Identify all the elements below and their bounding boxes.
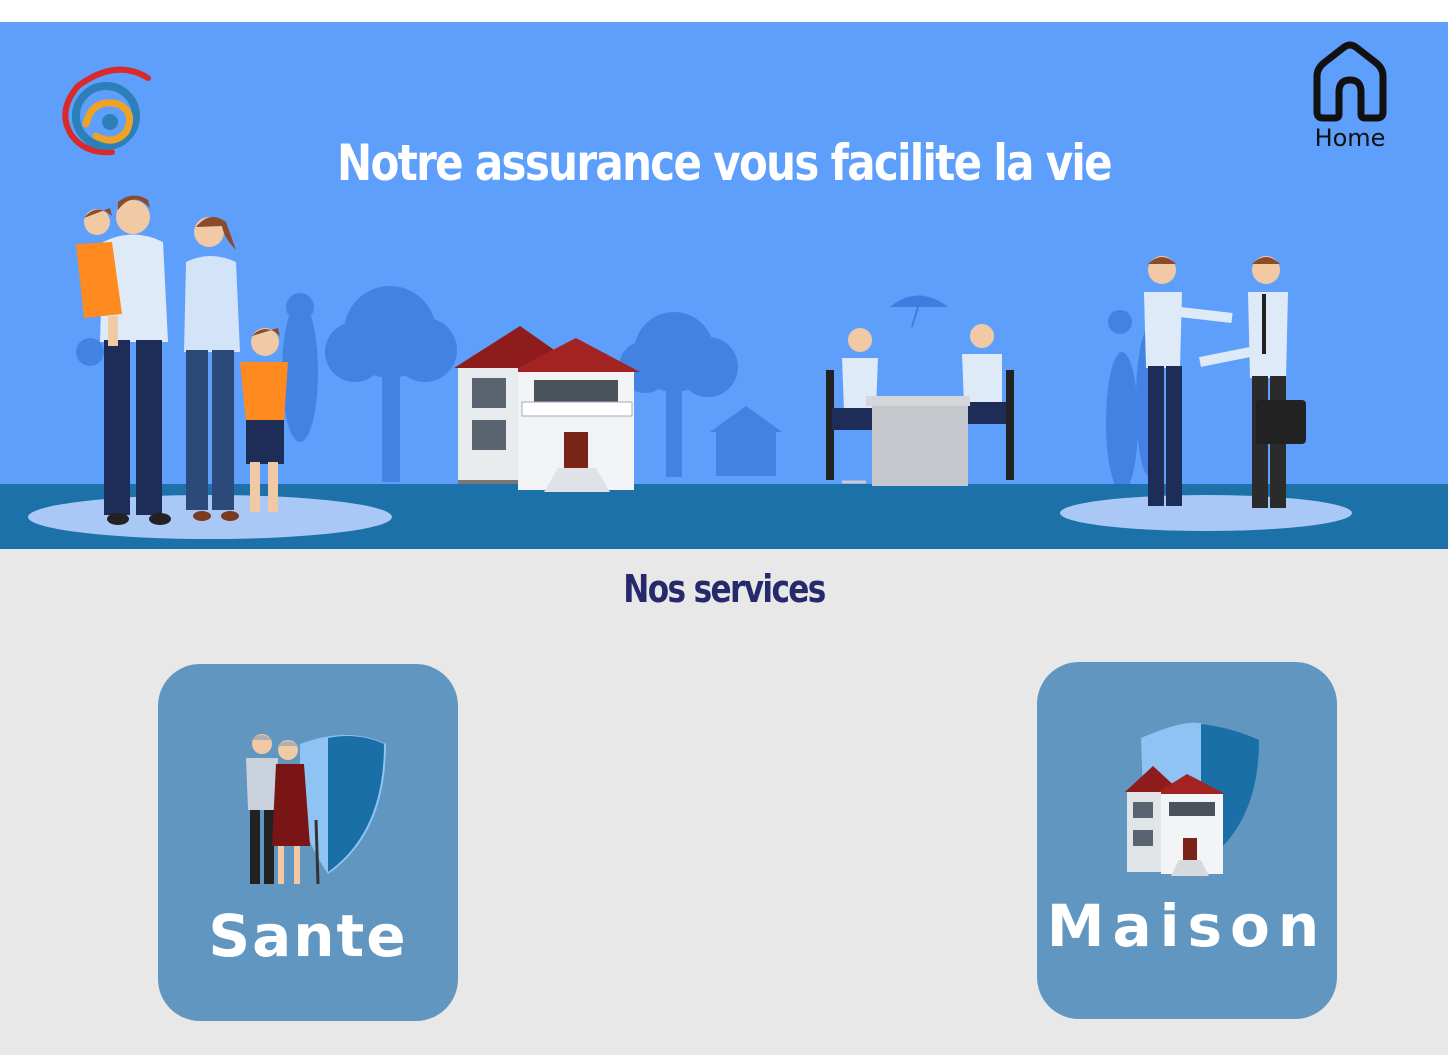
home-label: Home	[1314, 124, 1386, 152]
elderly-couple-shield-icon	[246, 734, 386, 885]
services-section: Nos services Sante Maison	[0, 549, 1448, 1055]
house-shield-icon	[1125, 722, 1259, 876]
hero-banner: Notre assurance vous facilite la vie Hom…	[0, 22, 1448, 549]
service-label-maison: Maison	[1046, 892, 1328, 960]
home-button[interactable]: Home	[1302, 40, 1398, 158]
page-title: Notre assurance vous facilite la vie	[337, 134, 1113, 192]
service-label-sante: Sante	[208, 902, 408, 970]
home-outline-icon	[1313, 41, 1387, 122]
hero-illustration	[0, 195, 1448, 549]
services-title: Nos services	[623, 567, 826, 611]
service-card-sante[interactable]: Sante	[158, 664, 458, 1021]
service-card-maison[interactable]: Maison	[1037, 662, 1337, 1019]
